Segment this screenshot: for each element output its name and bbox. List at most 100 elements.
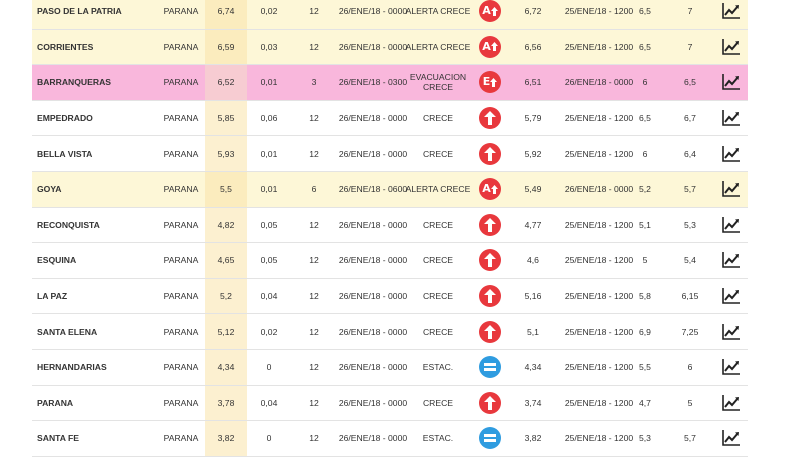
trend-status: ALERTA CRECE <box>405 41 471 52</box>
reading-date: 26/ENE/18 - 0000 <box>338 291 408 302</box>
previous-level: 5,1 <box>527 326 539 337</box>
evacuation-level: 5,7 <box>684 433 696 444</box>
table-row: GOYA PARANA 5,5 0,01 6 26/ENE/18 - 0600 ALERTA… <box>32 171 748 208</box>
alert-level: 6,5 <box>639 113 651 124</box>
evacuation-rising-icon: E <box>479 71 501 94</box>
station-name: ESQUINA <box>37 255 77 266</box>
trend-status: ESTAC. <box>422 433 454 444</box>
chart-icon[interactable] <box>714 350 748 385</box>
table-row: LA PAZ PARANA 5,2 0,04 12 26/ENE/18 - 0000 CRE… <box>32 278 748 315</box>
chart-icon[interactable] <box>714 208 748 243</box>
alert-level: 6,5 <box>639 41 651 52</box>
trend-status: ALERTA CRECE <box>405 184 471 195</box>
station-name: PARANA <box>37 397 74 408</box>
current-level: 5,5 <box>205 171 247 207</box>
reading-date: 26/ENE/18 - 0000 <box>338 41 408 52</box>
alert-level: 5,1 <box>639 219 651 230</box>
variation-period: 6 <box>311 184 317 195</box>
table-row: RECONQUISTA PARANA 4,82 0,05 12 26/ENE/18 - 0… <box>32 207 748 244</box>
station-name: SANTA ELENA <box>37 326 98 337</box>
variation-period: 12 <box>309 255 319 266</box>
alert-level: 5,2 <box>639 184 651 195</box>
rising-icon <box>479 249 501 272</box>
rising-icon <box>479 285 501 308</box>
chart-icon[interactable] <box>714 279 748 314</box>
station-name: PASO DE LA PATRIA <box>37 6 122 17</box>
reading-date: 26/ENE/18 - 0000 <box>338 255 408 266</box>
station-name: SANTA FE <box>37 433 80 444</box>
chart-icon[interactable] <box>714 0 748 29</box>
station-name: HERNANDARIAS <box>37 362 107 373</box>
previous-level: 5,49 <box>524 184 542 195</box>
evacuation-level: 6,4 <box>684 148 696 159</box>
trend-status: CRECE <box>422 219 454 230</box>
previous-level: 4,77 <box>524 219 542 230</box>
current-level: 3,82 <box>205 421 247 456</box>
table-row: ESQUINA PARANA 4,65 0,05 12 26/ENE/18 - 0000 C… <box>32 243 748 279</box>
reading-date: 26/ENE/18 - 0300 <box>338 77 408 88</box>
chart-icon[interactable] <box>714 65 748 100</box>
current-level: 5,2 <box>205 278 247 314</box>
current-level: 3,78 <box>205 385 247 421</box>
previous-level: 3,74 <box>524 397 542 408</box>
table-row: HERNANDARIAS PARANA 4,34 0 12 26/ENE/18 - 000… <box>32 349 748 386</box>
chart-icon[interactable] <box>714 136 748 171</box>
station-name: EMPEDRADO <box>37 113 93 124</box>
river-name: PARANA <box>163 433 199 444</box>
variation-period: 12 <box>309 113 319 124</box>
level-variation: 0,05 <box>260 219 278 230</box>
reading-date: 26/ENE/18 - 0000 <box>338 362 408 373</box>
previous-level: 5,79 <box>524 113 542 124</box>
previous-level: 5,16 <box>524 291 542 302</box>
chart-icon[interactable] <box>714 101 748 136</box>
chart-icon[interactable] <box>714 243 748 278</box>
trend-status: CRECE <box>422 113 454 124</box>
level-variation: 0,02 <box>260 6 278 17</box>
evacuation-level: 6,7 <box>684 113 696 124</box>
evacuation-level: 5,3 <box>684 219 696 230</box>
previous-level: 6,51 <box>524 77 542 88</box>
rising-icon <box>479 107 501 130</box>
evacuation-level: 5,4 <box>684 255 696 266</box>
evacuation-level: 5 <box>687 397 693 408</box>
reading-date: 26/ENE/18 - 0000 <box>338 433 408 444</box>
reading-date: 26/ENE/18 - 0600 <box>338 184 408 195</box>
reading-date: 26/ENE/18 - 0000 <box>338 219 408 230</box>
level-variation: 0 <box>266 362 272 373</box>
chart-icon[interactable] <box>714 30 748 65</box>
variation-period: 12 <box>309 148 319 159</box>
river-name: PARANA <box>163 219 199 230</box>
variation-period: 12 <box>309 362 319 373</box>
river-name: PARANA <box>163 326 199 337</box>
station-name: CORRIENTES <box>37 41 94 52</box>
stationary-icon <box>479 356 501 379</box>
chart-icon[interactable] <box>714 172 748 207</box>
variation-period: 3 <box>311 77 317 88</box>
chart-icon[interactable] <box>714 386 748 421</box>
river-name: PARANA <box>163 41 199 52</box>
current-level: 4,65 <box>205 243 247 278</box>
current-level: 4,82 <box>205 207 247 243</box>
previous-level: 4,6 <box>527 255 539 266</box>
reading-date: 26/ENE/18 - 0000 <box>338 6 408 17</box>
current-level: 6,52 <box>205 65 247 100</box>
variation-period: 12 <box>309 397 319 408</box>
level-variation: 0,04 <box>260 397 278 408</box>
station-name: LA PAZ <box>37 291 68 302</box>
chart-icon[interactable] <box>714 314 748 349</box>
alert-level: 5,8 <box>639 291 651 302</box>
variation-period: 12 <box>309 326 319 337</box>
river-name: PARANA <box>163 362 199 373</box>
current-level: 6,59 <box>205 29 247 65</box>
station-name: GOYA <box>37 184 62 195</box>
table-row: BARRANQUERAS PARANA 6,52 0,01 3 26/ENE/18 - 0… <box>32 65 748 101</box>
alert-level: 6 <box>642 148 648 159</box>
variation-period: 12 <box>309 291 319 302</box>
evacuation-level: 6 <box>687 362 693 373</box>
chart-icon[interactable] <box>714 421 748 456</box>
current-level: 5,12 <box>205 314 247 349</box>
level-variation: 0 <box>266 433 272 444</box>
level-variation: 0,01 <box>260 77 278 88</box>
river-name: PARANA <box>163 184 199 195</box>
trend-status: CRECE <box>422 148 454 159</box>
